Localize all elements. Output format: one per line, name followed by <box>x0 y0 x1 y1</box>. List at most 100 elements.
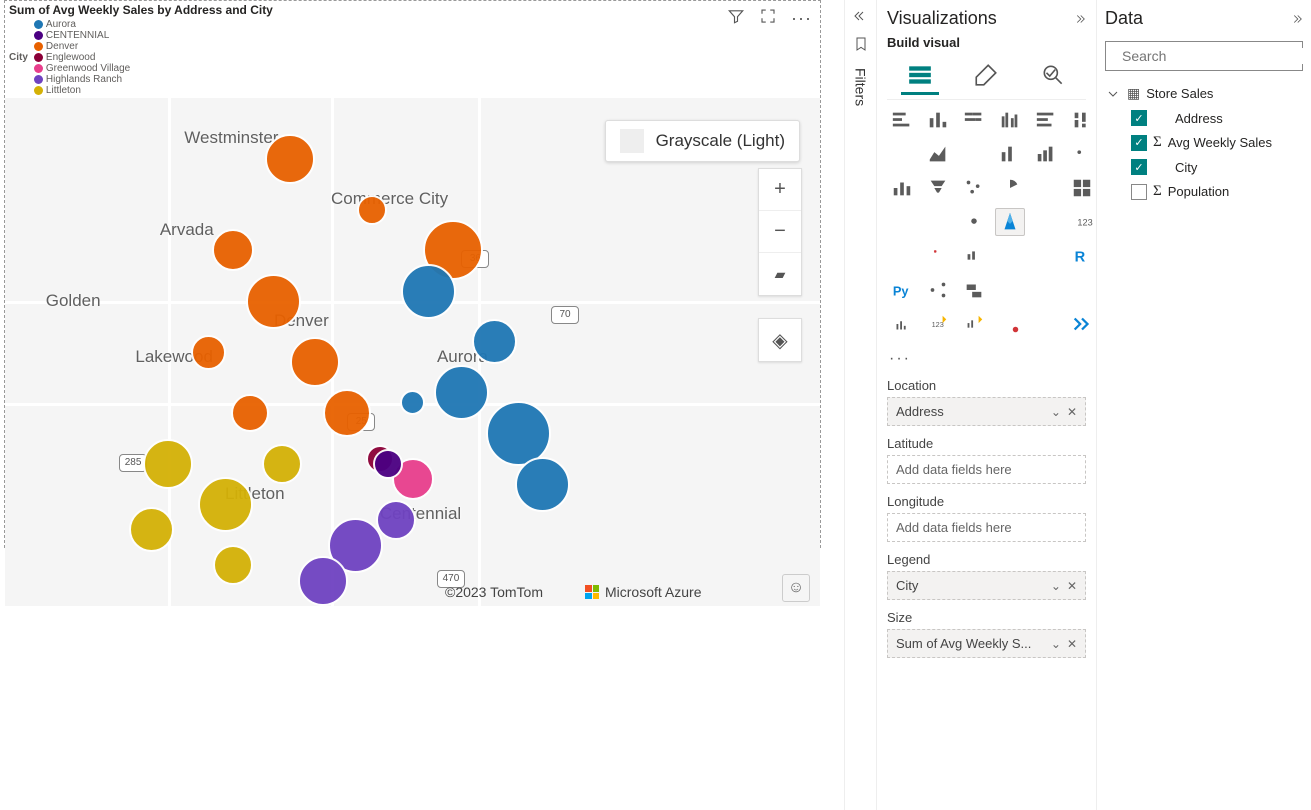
viz-type-icon[interactable] <box>1067 310 1096 338</box>
well-drop[interactable]: City ⌄✕ <box>887 571 1086 600</box>
viz-type-icon[interactable] <box>959 208 989 236</box>
viz-type-icon[interactable] <box>923 276 953 304</box>
viz-type-icon[interactable] <box>1031 140 1061 168</box>
legend-item[interactable]: CENTENNIAL <box>34 30 130 41</box>
map-bubble[interactable] <box>262 444 302 484</box>
legend-item[interactable]: Aurora <box>34 19 130 30</box>
map-bubble[interactable] <box>212 229 254 271</box>
expand-left-icon[interactable] <box>853 8 869 24</box>
viz-more-icon[interactable]: ··· <box>887 346 1086 378</box>
viz-type-icon[interactable] <box>959 276 989 304</box>
well-drop[interactable]: Address ⌄✕ <box>887 397 1086 426</box>
well-drop[interactable]: Add data fields here <box>887 513 1086 542</box>
map-bubble[interactable] <box>373 449 403 479</box>
viz-type-icon[interactable] <box>887 208 917 236</box>
legend-item[interactable]: Greenwood Village <box>34 63 130 74</box>
map-visual-frame[interactable]: Sum of Avg Weekly Sales by Address and C… <box>4 0 821 548</box>
report-canvas[interactable]: Sum of Avg Weekly Sales by Address and C… <box>0 0 844 810</box>
viz-type-icon[interactable] <box>959 310 989 338</box>
build-tab-analytics[interactable] <box>1034 58 1072 95</box>
map-bubble[interactable] <box>376 500 416 540</box>
viz-type-icon[interactable] <box>887 106 917 134</box>
viz-type-icon[interactable] <box>995 174 1025 202</box>
field-row[interactable]: ✓ City <box>1105 155 1303 179</box>
map-bubble[interactable] <box>198 477 253 532</box>
legend-item[interactable]: Denver <box>34 41 130 52</box>
viz-type-icon[interactable] <box>923 106 953 134</box>
viz-type-icon[interactable] <box>1031 242 1061 270</box>
well-drop[interactable]: Sum of Avg Weekly S... ⌄✕ <box>887 629 1086 658</box>
viz-type-icon[interactable] <box>1031 174 1061 202</box>
viz-type-icon[interactable] <box>995 208 1025 236</box>
chevron-down-icon[interactable]: ⌄ <box>1051 579 1061 593</box>
viz-type-icon[interactable] <box>1067 276 1096 304</box>
map-bubble[interactable] <box>265 134 315 184</box>
viz-type-icon[interactable] <box>959 174 989 202</box>
feedback-button[interactable]: ☺ <box>782 574 810 602</box>
map-bubble[interactable] <box>400 390 425 415</box>
chevron-down-icon[interactable]: ⌄ <box>1051 637 1061 651</box>
map-bubble[interactable] <box>401 264 456 319</box>
build-tab-format[interactable] <box>967 58 1005 95</box>
viz-type-icon[interactable] <box>923 242 953 270</box>
map-bubble[interactable] <box>231 394 269 432</box>
viz-type-icon[interactable] <box>995 106 1025 134</box>
viz-type-icon[interactable] <box>887 140 917 168</box>
table-node[interactable]: ▦ Store Sales <box>1105 81 1303 106</box>
remove-icon[interactable]: ✕ <box>1067 637 1077 651</box>
viz-type-icon[interactable]: 123 <box>923 310 953 338</box>
checkbox[interactable]: ✓ <box>1131 159 1147 175</box>
filters-collapsed-panel[interactable]: Filters <box>844 0 876 810</box>
viz-type-icon[interactable] <box>887 242 917 270</box>
checkbox[interactable] <box>1131 184 1147 200</box>
zoom-out-button[interactable]: − <box>759 211 801 253</box>
zoom-in-button[interactable]: + <box>759 169 801 211</box>
search-input[interactable] <box>1122 48 1303 64</box>
viz-type-icon[interactable] <box>1031 310 1061 338</box>
viz-type-icon[interactable] <box>1031 106 1061 134</box>
map-body[interactable]: WestminsterCommerce CityArvadaDenverGold… <box>5 98 820 606</box>
field-row[interactable]: ✓ Address <box>1105 106 1303 130</box>
viz-type-icon[interactable] <box>923 174 953 202</box>
focus-mode-icon[interactable] <box>759 7 777 28</box>
viz-type-icon[interactable]: 123 <box>1067 208 1096 236</box>
map-bubble[interactable] <box>213 545 253 585</box>
viz-type-icon[interactable] <box>959 242 989 270</box>
map-bubble[interactable] <box>298 556 348 606</box>
viz-type-icon[interactable] <box>959 140 989 168</box>
bookmark-icon[interactable] <box>853 36 869 52</box>
map-bubble[interactable] <box>357 195 387 225</box>
viz-type-icon[interactable] <box>887 310 917 338</box>
viz-type-icon[interactable] <box>1067 140 1096 168</box>
viz-type-icon[interactable] <box>923 208 953 236</box>
map-bubble[interactable] <box>472 319 517 364</box>
field-row[interactable]: ✓ Σ Avg Weekly Sales <box>1105 130 1303 155</box>
map-bubble[interactable] <box>323 389 371 437</box>
collapse-right-icon[interactable] <box>1289 12 1303 26</box>
viz-type-icon[interactable] <box>1031 208 1061 236</box>
search-box[interactable] <box>1105 41 1303 71</box>
remove-icon[interactable]: ✕ <box>1067 579 1077 593</box>
checkbox[interactable]: ✓ <box>1131 135 1147 151</box>
collapse-right-icon[interactable] <box>1072 12 1086 26</box>
viz-type-icon[interactable] <box>995 276 1025 304</box>
legend-item[interactable]: Englewood <box>34 52 130 63</box>
viz-type-icon[interactable] <box>995 242 1025 270</box>
map-bubble[interactable] <box>434 365 489 420</box>
viz-type-icon[interactable]: Py <box>887 276 917 304</box>
map-style-pill[interactable]: Grayscale (Light) <box>605 120 800 162</box>
chevron-down-icon[interactable]: ⌄ <box>1051 405 1061 419</box>
map-bubble[interactable] <box>290 337 340 387</box>
visual-more-icon[interactable]: ··· <box>791 11 812 25</box>
viz-type-icon[interactable] <box>1031 276 1061 304</box>
viz-type-icon[interactable] <box>1067 106 1096 134</box>
field-row[interactable]: Σ Population <box>1105 179 1303 204</box>
filter-icon[interactable] <box>727 7 745 28</box>
map-bubble[interactable] <box>515 457 570 512</box>
well-drop[interactable]: Add data fields here <box>887 455 1086 484</box>
build-tab-fields[interactable] <box>901 58 939 95</box>
viz-type-icon[interactable] <box>1067 174 1096 202</box>
remove-icon[interactable]: ✕ <box>1067 405 1077 419</box>
compass-button[interactable]: ◈ <box>759 319 801 361</box>
legend-item[interactable]: Littleton <box>34 85 130 96</box>
